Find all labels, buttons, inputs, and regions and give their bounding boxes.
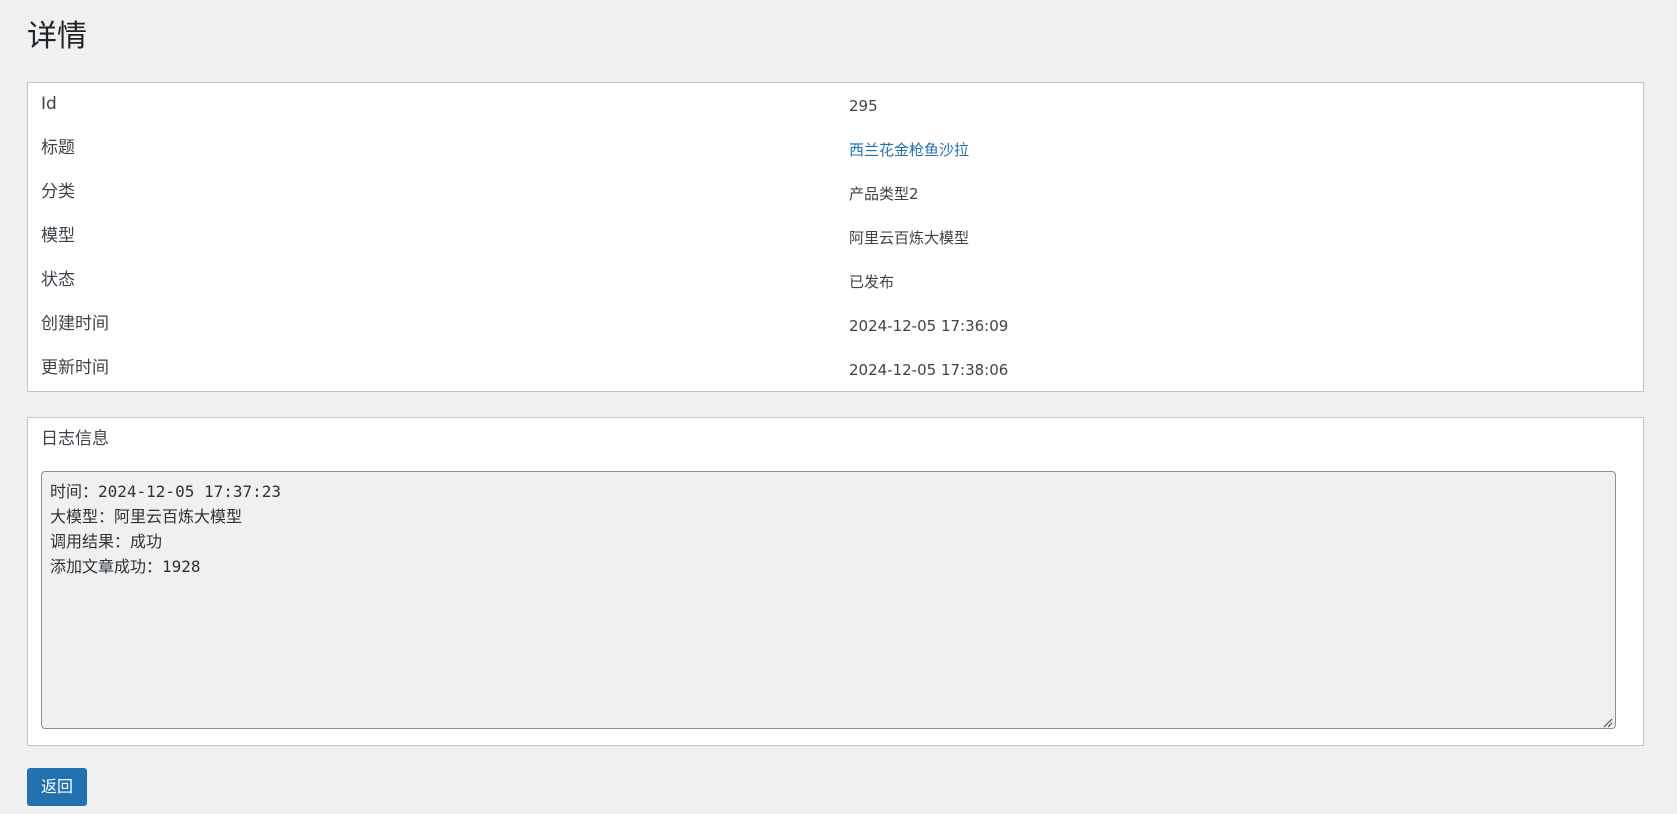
detail-value: 2024-12-05 17:36:09 [849,317,1009,335]
detail-value: 295 [849,97,878,115]
detail-value: 阿里云百炼大模型 [849,229,970,247]
log-card: 日志信息 时间：2024-12-05 17:37:23 大模型：阿里云百炼大模型… [27,417,1644,746]
detail-row-id: Id 295 [28,83,1643,127]
page-title: 详情 [27,19,87,54]
detail-value: 已发布 [849,273,895,291]
detail-row-created-time: 创建时间 2024-12-05 17:36:09 [28,303,1643,347]
back-button[interactable]: 返回 [27,768,87,806]
detail-label: 标题 [41,138,75,158]
title-link[interactable]: 西兰花金枪鱼沙拉 [849,140,969,160]
detail-value: 2024-12-05 17:38:06 [849,361,1009,379]
details-card: Id 295 标题 西兰花金枪鱼沙拉 分类 产品类型2 模型 阿里云百炼大模型 … [27,82,1644,392]
log-title: 日志信息 [41,429,109,449]
detail-row-status: 状态 已发布 [28,259,1643,303]
log-textarea[interactable]: 时间：2024-12-05 17:37:23 大模型：阿里云百炼大模型 调用结果… [41,471,1616,729]
detail-label: 分类 [41,182,75,202]
resize-grip-icon[interactable] [1603,718,1613,728]
detail-label: Id [41,94,57,114]
detail-row-category: 分类 产品类型2 [28,171,1643,215]
detail-label: 模型 [41,226,75,246]
detail-label: 状态 [41,270,75,290]
detail-label: 创建时间 [41,314,109,334]
detail-label: 更新时间 [41,358,109,378]
detail-row-title: 标题 西兰花金枪鱼沙拉 [28,127,1643,171]
detail-row-model: 模型 阿里云百炼大模型 [28,215,1643,259]
detail-row-updated-time: 更新时间 2024-12-05 17:38:06 [28,347,1643,391]
detail-value: 产品类型2 [849,185,919,203]
